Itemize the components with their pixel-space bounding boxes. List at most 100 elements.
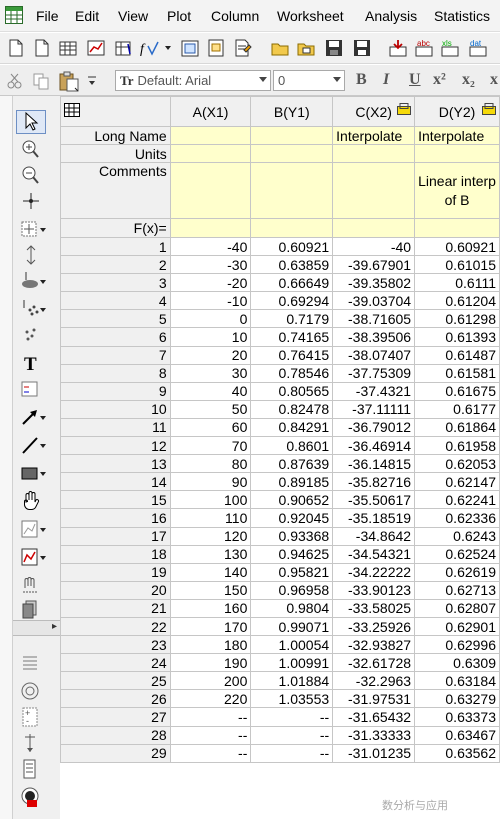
cell-b[interactable]: 1.00991 xyxy=(250,653,334,673)
cell-c[interactable]: -37.11111 xyxy=(332,399,416,419)
import-single-icon[interactable] xyxy=(388,38,408,58)
pointer-tool[interactable] xyxy=(16,110,46,134)
cell-a[interactable]: 50 xyxy=(169,399,252,419)
cut-icon[interactable] xyxy=(6,73,24,89)
table-row[interactable]: 15 100 0.90652 -35.50617 0.62241 xyxy=(60,490,500,510)
cell-b[interactable]: 1.01884 xyxy=(250,671,334,691)
cell-b[interactable]: 0.89185 xyxy=(250,472,334,492)
fx-cell-a[interactable] xyxy=(169,218,252,238)
row-number[interactable]: 8 xyxy=(60,363,171,383)
table-row[interactable]: 24 190 1.00991 -32.61728 0.6309 xyxy=(60,653,500,673)
cell-d[interactable]: 0.6243 xyxy=(414,526,500,546)
cell-a[interactable]: 150 xyxy=(169,580,252,600)
cell-c[interactable]: -34.54321 xyxy=(332,544,416,564)
table-row[interactable]: 23 180 1.00054 -32.93827 0.62996 xyxy=(60,635,500,655)
insert-graph-tool[interactable] xyxy=(18,518,46,540)
table-row[interactable]: 28 -- -- -31.33333 0.63467 xyxy=(60,725,500,745)
cell-d[interactable]: 0.62619 xyxy=(414,562,500,582)
new-notes-icon[interactable] xyxy=(232,38,252,58)
fx-cell-c[interactable] xyxy=(332,218,416,238)
text-tool[interactable]: T xyxy=(18,352,46,374)
scale-in-tool[interactable] xyxy=(18,218,46,240)
cell-d[interactable]: 0.62053 xyxy=(414,454,500,474)
cell-b[interactable]: 0.99071 xyxy=(250,616,334,637)
row-number[interactable]: 1 xyxy=(60,236,171,257)
cell-a[interactable]: 170 xyxy=(169,616,252,637)
row-number[interactable]: 4 xyxy=(60,291,171,311)
cell-a[interactable]: 140 xyxy=(169,562,252,582)
table-row[interactable]: 17 120 0.93368 -34.8642 0.6243 xyxy=(60,526,500,546)
cell-a[interactable]: 60 xyxy=(169,417,252,438)
cell-b[interactable]: 0.96958 xyxy=(250,580,334,600)
cell-a[interactable]: -40 xyxy=(169,236,252,257)
cell-d[interactable]: 0.62336 xyxy=(414,508,500,528)
row-number[interactable]: 9 xyxy=(60,381,171,401)
row-number[interactable]: 18 xyxy=(60,544,171,564)
zoom-out-tool[interactable] xyxy=(18,164,46,186)
scatter-tool[interactable] xyxy=(18,324,46,346)
cell-a[interactable]: -- xyxy=(169,725,252,745)
cell-d[interactable]: 0.63373 xyxy=(414,707,500,727)
row-number[interactable]: 7 xyxy=(60,345,171,365)
cell-b[interactable]: 0.90652 xyxy=(250,490,334,510)
row-number[interactable]: 28 xyxy=(60,725,171,745)
table-row[interactable]: 20 150 0.96958 -33.90123 0.62713 xyxy=(60,580,500,600)
table-row[interactable]: 1 -40 0.60921 -40 0.60921 xyxy=(60,236,500,257)
row-number[interactable]: 13 xyxy=(60,454,171,474)
chevron-down-icon[interactable] xyxy=(40,472,46,476)
mask-tool[interactable] xyxy=(18,270,46,292)
menu-analysis[interactable]: Analysis xyxy=(365,8,417,24)
cell-b[interactable]: 0.95821 xyxy=(250,562,334,582)
row-number[interactable]: 20 xyxy=(60,580,171,600)
cell-b[interactable]: -- xyxy=(250,725,334,745)
row-number[interactable]: 3 xyxy=(60,273,171,293)
cell-b[interactable]: 0.82478 xyxy=(250,399,334,419)
open-template-icon[interactable] xyxy=(296,38,316,58)
cell-c[interactable]: -36.79012 xyxy=(332,417,416,438)
chevron-down-icon[interactable] xyxy=(40,528,46,532)
cell-b[interactable]: 0.74165 xyxy=(250,327,334,347)
cell-a[interactable]: 160 xyxy=(169,598,252,618)
table-row[interactable]: 26 220 1.03553 -31.97531 0.63279 xyxy=(60,689,500,709)
cell-a[interactable]: 180 xyxy=(169,635,252,655)
cell-b[interactable]: 0.63859 xyxy=(250,255,334,275)
menu-worksheet[interactable]: Worksheet xyxy=(277,8,344,24)
cell-b[interactable]: 0.69294 xyxy=(250,291,334,311)
cell-b[interactable]: 0.93368 xyxy=(250,526,334,546)
cell-a[interactable]: 20 xyxy=(169,345,252,365)
zoom-in-tool[interactable] xyxy=(18,138,46,160)
cell-d[interactable]: 0.62807 xyxy=(414,598,500,618)
table-row[interactable]: 19 140 0.95821 -34.22222 0.62619 xyxy=(60,562,500,582)
object-tool[interactable] xyxy=(18,598,46,620)
cell-b[interactable]: 0.78546 xyxy=(250,363,334,383)
cell-a[interactable]: 90 xyxy=(169,472,252,492)
table-row[interactable]: 14 90 0.89185 -35.82716 0.62147 xyxy=(60,472,500,492)
rectangle-tool[interactable] xyxy=(18,462,46,484)
toolbar-options-icon[interactable] xyxy=(86,75,98,89)
row-number[interactable]: 29 xyxy=(60,743,171,763)
row-label-long-name[interactable]: Long Name xyxy=(60,126,171,145)
new-function-icon[interactable] xyxy=(114,38,134,58)
underline-button[interactable]: U xyxy=(409,71,421,89)
open-folder-icon[interactable] xyxy=(270,38,290,58)
cell-d[interactable]: 0.63467 xyxy=(414,725,500,745)
cell-c[interactable]: -33.25926 xyxy=(332,616,416,637)
font-size-combo[interactable]: 0 xyxy=(273,70,345,91)
menu-statistics[interactable]: Statistics xyxy=(434,8,490,24)
record-tool[interactable] xyxy=(18,680,46,702)
subscript-button[interactable]: x₂ xyxy=(462,71,475,89)
new-project-icon[interactable] xyxy=(6,38,26,58)
table-row[interactable]: 25 200 1.01884 -32.2963 0.63184 xyxy=(60,671,500,691)
cell-d[interactable]: 0.63279 xyxy=(414,689,500,709)
cell-a[interactable]: 100 xyxy=(169,490,252,510)
long-name-cell-b[interactable] xyxy=(250,126,334,145)
draw-data-tool[interactable] xyxy=(18,298,46,320)
list-tool[interactable] xyxy=(18,758,46,780)
units-cell-a[interactable] xyxy=(169,144,252,163)
cell-d[interactable]: 0.62241 xyxy=(414,490,500,510)
cell-a[interactable]: -- xyxy=(169,707,252,727)
cell-b[interactable]: 0.92045 xyxy=(250,508,334,528)
chevron-down-icon[interactable] xyxy=(40,416,46,420)
cell-a[interactable]: 120 xyxy=(169,526,252,546)
cell-b[interactable]: -- xyxy=(250,707,334,727)
